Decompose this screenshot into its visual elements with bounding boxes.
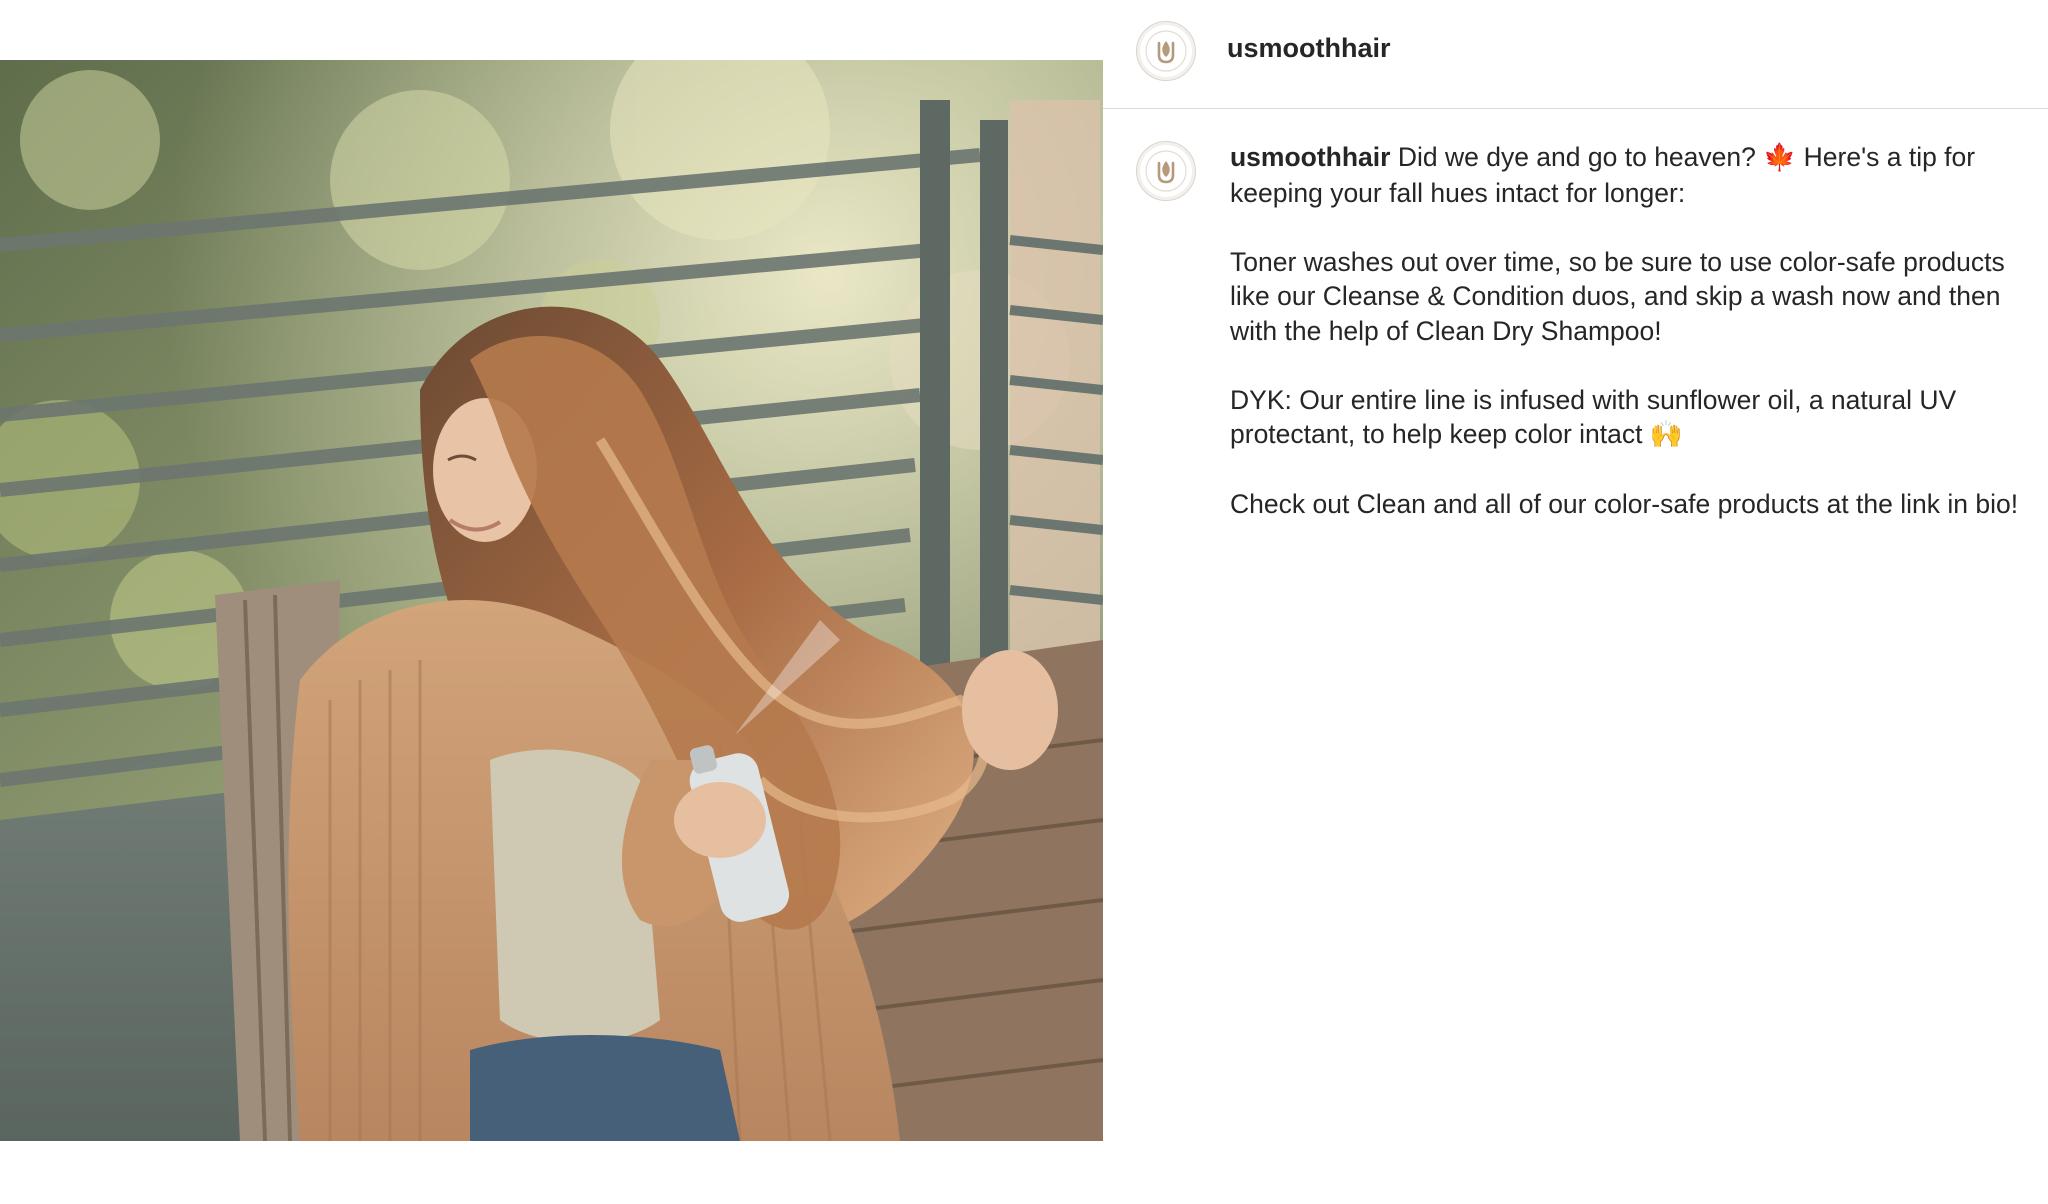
post-image[interactable] [0, 60, 1103, 1141]
profile-avatar[interactable] [1136, 21, 1196, 81]
caption-username[interactable]: usmoothhair [1230, 142, 1390, 172]
header-username[interactable]: usmoothhair [1227, 33, 1391, 64]
usmooth-logo-icon [1145, 30, 1187, 72]
caption-avatar[interactable] [1136, 141, 1196, 201]
post-side-panel: usmoothhair usmoothhair Did we dye and g… [1103, 0, 2048, 1204]
caption-text-1: Did we dye and go to heaven? [1397, 142, 1756, 172]
post-caption: usmoothhair Did we dye and go to heaven?… [1230, 140, 2020, 556]
caption-paragraph-4: Check out Clean and all of our color-saf… [1230, 489, 2019, 519]
raised-hands-icon: 🙌 [1649, 419, 1683, 450]
maple-leaf-icon: 🍁 [1763, 142, 1797, 173]
caption-paragraph-3: DYK: Our entire line is infused with sun… [1230, 383, 2020, 453]
post-photo [0, 60, 1103, 1141]
caption-paragraph-1: usmoothhair Did we dye and go to heaven?… [1230, 140, 2020, 210]
post-header: usmoothhair [1103, 0, 2048, 109]
caption-paragraph-2: Toner washes out over time, so be sure t… [1230, 246, 2005, 346]
usmooth-logo-icon [1145, 150, 1187, 192]
caption-text-3: DYK: Our entire line is infused with sun… [1230, 384, 1957, 450]
